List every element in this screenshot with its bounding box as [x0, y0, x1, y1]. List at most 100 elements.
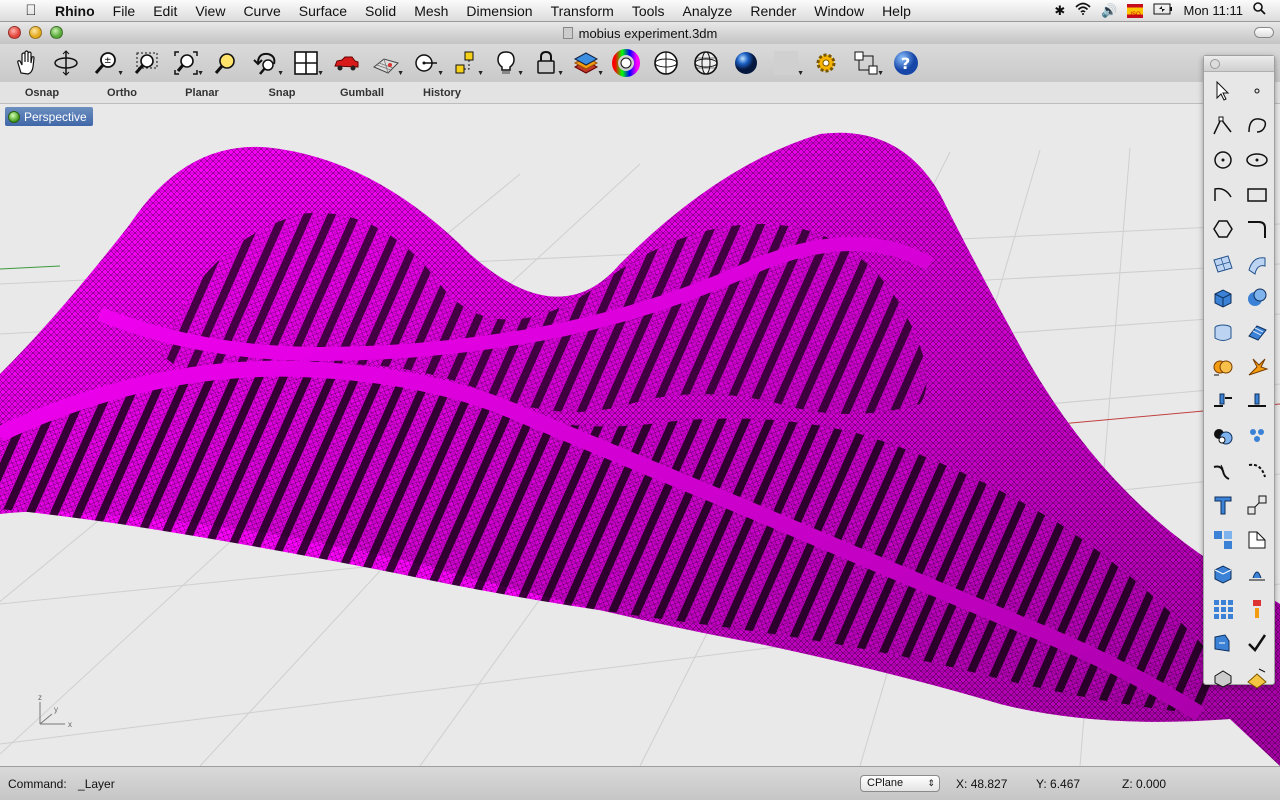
volume-icon[interactable]: 🔊 [1101, 0, 1117, 22]
zoom-extents-icon[interactable]: ▼ [170, 47, 204, 79]
menu-help[interactable]: Help [873, 0, 920, 22]
gear-icon[interactable] [810, 47, 842, 79]
polygon-icon[interactable] [1206, 212, 1240, 247]
split-icon[interactable] [1206, 385, 1240, 420]
menu-mesh[interactable]: Mesh [405, 0, 457, 22]
perspective-viewport[interactable]: Perspective x z y [0, 104, 1280, 766]
command-line[interactable]: Command: _Layer [8, 777, 115, 791]
point-icon[interactable] [1240, 74, 1274, 109]
scale-icon[interactable] [1240, 488, 1274, 523]
zoom-window-button[interactable] [50, 26, 63, 39]
rectangle-icon[interactable] [1240, 178, 1274, 213]
menu-analyze[interactable]: Analyze [674, 0, 742, 22]
circle-icon[interactable] [1206, 143, 1240, 178]
grid-plane-icon[interactable]: ▼ [370, 47, 404, 79]
align-icon[interactable] [1240, 592, 1274, 627]
group-icon[interactable] [1206, 523, 1240, 558]
rotate-view-icon[interactable] [50, 47, 82, 79]
planar-toggle[interactable]: Planar [162, 87, 242, 99]
gumball-toggle[interactable]: Gumball [322, 87, 402, 99]
boolean-union-icon[interactable] [1206, 350, 1240, 385]
text-icon[interactable] [1206, 488, 1240, 523]
arc-icon[interactable] [1206, 178, 1240, 213]
trim-icon[interactable] [1240, 385, 1274, 420]
blank-icon[interactable]: ▼ [770, 47, 804, 79]
menu-edit[interactable]: Edit [144, 0, 186, 22]
check-icon[interactable] [1240, 626, 1274, 661]
rebuild-icon[interactable] [1240, 454, 1274, 489]
grid-snap-icon[interactable]: ▼ [850, 47, 884, 79]
command-value[interactable]: _Layer [78, 777, 115, 791]
array-icon[interactable] [1240, 419, 1274, 454]
menu-tools[interactable]: Tools [623, 0, 674, 22]
menu-solid[interactable]: Solid [356, 0, 405, 22]
sphere-wireframe-icon[interactable] [650, 47, 682, 79]
cplane-origin-icon[interactable]: ▼ [410, 47, 444, 79]
shade-icon[interactable] [1206, 661, 1240, 696]
palette-titlebar[interactable] [1204, 56, 1274, 72]
snap-points-icon[interactable]: ▼ [450, 47, 484, 79]
cplane-select[interactable]: CPlane ⇕ [860, 775, 940, 792]
menu-app[interactable]: Rhino [46, 0, 104, 22]
menu-surface[interactable]: Surface [290, 0, 356, 22]
polyline-icon[interactable] [1206, 109, 1240, 144]
lock-icon[interactable]: ▼ [530, 47, 564, 79]
curve-icon[interactable] [1240, 109, 1274, 144]
menu-render[interactable]: Render [741, 0, 805, 22]
block-icon[interactable] [1206, 557, 1240, 592]
spotlight-search-icon[interactable] [1253, 0, 1266, 22]
join-icon[interactable] [1206, 454, 1240, 489]
ortho-toggle[interactable]: Ortho [82, 87, 162, 99]
viewport-title-tab[interactable]: Perspective [5, 107, 93, 126]
four-viewports-icon[interactable]: ▼ [290, 47, 324, 79]
clock[interactable]: Mon 11:11 [1183, 0, 1243, 22]
render-preview-icon[interactable] [1240, 661, 1274, 696]
fillet-curve-icon[interactable] [1240, 212, 1274, 247]
bend-icon[interactable] [1240, 523, 1274, 558]
menu-window[interactable]: Window [805, 0, 873, 22]
flow-icon[interactable] [1240, 557, 1274, 592]
sphere-shaded-icon[interactable] [690, 47, 722, 79]
cylinder-icon[interactable] [1206, 316, 1240, 351]
menu-transform[interactable]: Transform [542, 0, 623, 22]
layer-icon[interactable]: ▼ [570, 47, 604, 79]
select-arrow-icon[interactable] [1206, 74, 1240, 109]
move-icon[interactable] [1206, 626, 1240, 661]
grid-array-icon[interactable] [1206, 592, 1240, 627]
zoom-in-out-icon[interactable]: ± ▼ [90, 47, 124, 79]
sphere-solid-icon[interactable] [1240, 281, 1274, 316]
minimize-window-button[interactable] [29, 26, 42, 39]
boolean-difference-icon[interactable] [1206, 419, 1240, 454]
osnap-toggle[interactable]: Osnap [2, 87, 82, 99]
sphere-rendered-icon[interactable] [730, 47, 762, 79]
menu-curve[interactable]: Curve [234, 0, 289, 22]
battery-icon[interactable] [1153, 0, 1173, 22]
surface-from-points-icon[interactable] [1206, 247, 1240, 282]
pan-icon[interactable] [10, 47, 42, 79]
apple-menu-icon[interactable]:  [20, 2, 42, 19]
history-toggle[interactable]: History [402, 87, 482, 99]
toolbar-toggle-button[interactable] [1254, 27, 1274, 38]
close-window-button[interactable] [8, 26, 21, 39]
menu-dimension[interactable]: Dimension [457, 0, 541, 22]
wifi-icon[interactable] [1075, 0, 1091, 22]
help-icon[interactable]: ? [890, 47, 922, 79]
color-wheel-icon[interactable] [610, 47, 642, 79]
menu-view[interactable]: View [186, 0, 234, 22]
mobius-surface[interactable] [0, 132, 1280, 766]
input-source-flag-icon[interactable]: ISO [1127, 3, 1144, 18]
loft-surface-icon[interactable] [1240, 247, 1274, 282]
box-icon[interactable] [1206, 281, 1240, 316]
extrude-surface-icon[interactable] [1240, 316, 1274, 351]
undo-view-icon[interactable]: ▼ [250, 47, 284, 79]
car-icon[interactable] [330, 47, 362, 79]
ellipse-icon[interactable] [1240, 143, 1274, 178]
zoom-selected-icon[interactable] [210, 47, 242, 79]
snap-toggle[interactable]: Snap [242, 87, 322, 99]
bluetooth-icon[interactable]: ✱ [1054, 0, 1065, 22]
explode-icon[interactable] [1240, 350, 1274, 385]
palette-close-button[interactable] [1210, 59, 1220, 69]
lightbulb-icon[interactable]: ▼ [490, 47, 524, 79]
zoom-window-icon[interactable] [130, 47, 162, 79]
menu-file[interactable]: File [104, 0, 145, 22]
